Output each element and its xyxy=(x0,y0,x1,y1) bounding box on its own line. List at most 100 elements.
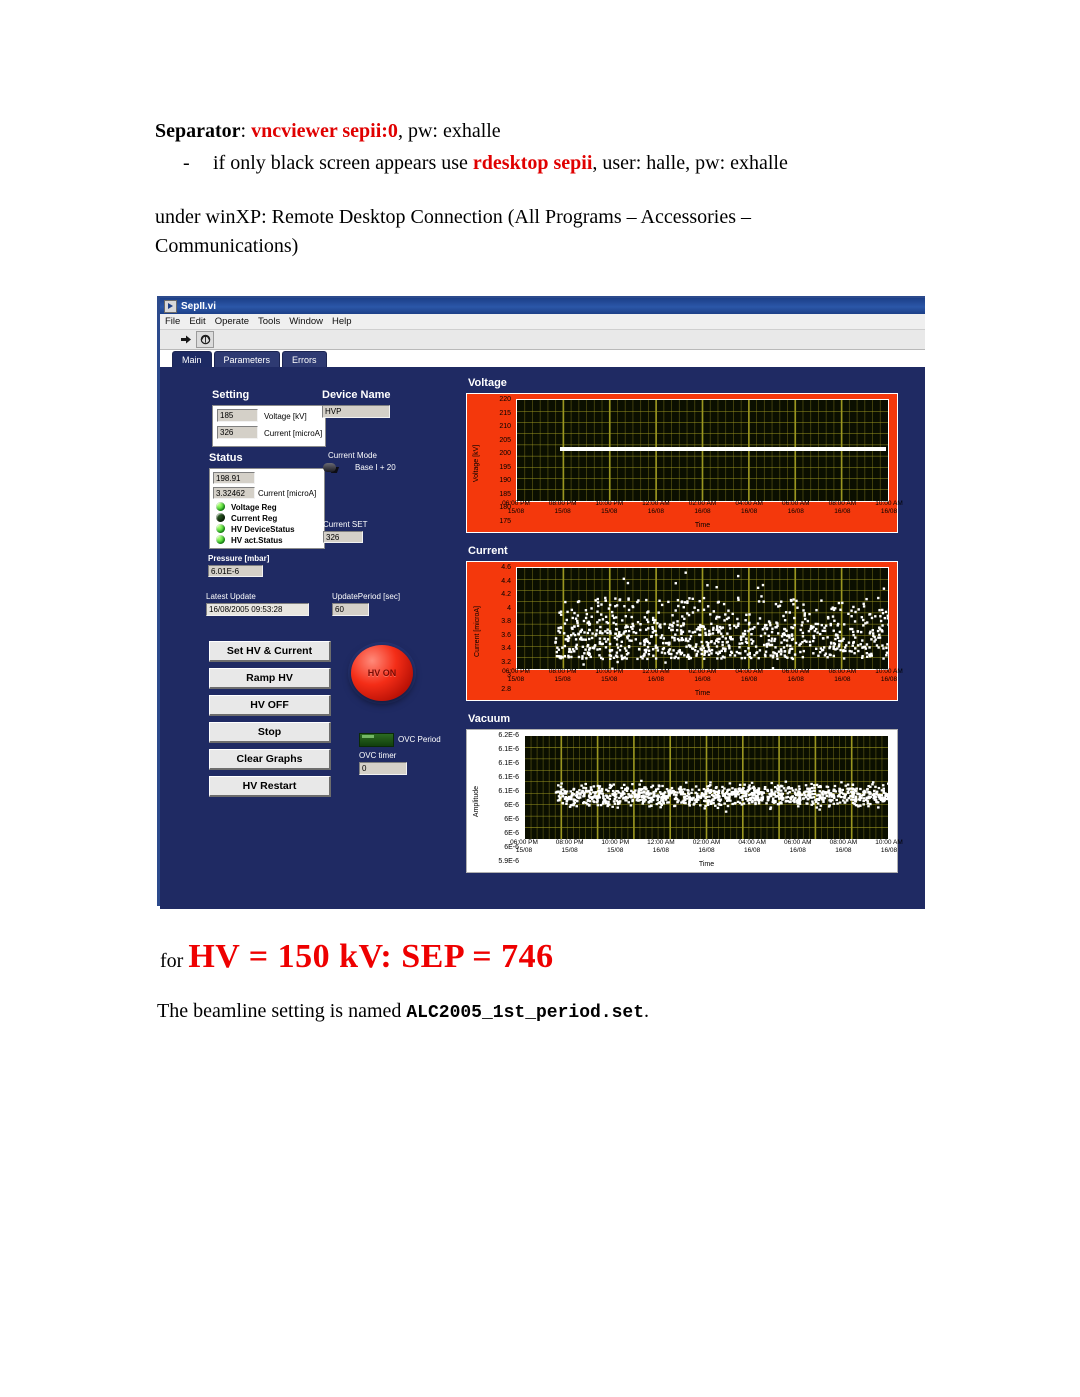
y-tick-label: 4 xyxy=(507,604,511,612)
current-plot-area xyxy=(516,567,889,670)
x-tick-label: 10:00 PM 15/08 xyxy=(595,668,624,683)
setting-current-field[interactable]: 326 xyxy=(217,426,258,439)
current-chart[interactable]: Current [microA] 4.6 4.4 4.2 4 3.8 3.6 3.4 3.2 3… xyxy=(466,561,903,701)
current-mode-toggle[interactable] xyxy=(323,462,344,473)
x-tick-label: 02:00 AM 16/08 xyxy=(692,839,721,854)
clear-graphs-button[interactable]: Clear Graphs xyxy=(209,749,331,770)
led-hv-devicestatus-icon xyxy=(216,524,225,533)
ramp-hv-button[interactable]: Ramp HV xyxy=(209,668,331,689)
voltage-chart[interactable]: Voltage [kV] 220 215 210 205 200 195 190 185 180… xyxy=(466,393,903,533)
tab-parameters[interactable]: Parameters xyxy=(213,351,281,367)
voltage-plot-area xyxy=(516,399,889,502)
set-hv-current-button[interactable]: Set HV & Current xyxy=(209,641,331,662)
hv-off-button[interactable]: HV OFF xyxy=(209,695,331,716)
tab-main[interactable]: Main xyxy=(172,351,212,367)
menu-item-window[interactable]: Window xyxy=(289,316,323,327)
bullet-dash: - xyxy=(183,152,190,174)
beamline-post: . xyxy=(644,1000,650,1022)
main-panel: Setting 185 Voltage [kV] 326 Current [mi… xyxy=(160,367,925,909)
labview-app-icon xyxy=(164,299,177,313)
ovc-period-indicator xyxy=(359,733,394,747)
y-tick-label: 6E-6 xyxy=(504,802,519,809)
ovc-period-label: OVC Period xyxy=(398,735,441,744)
hv-on-indicator[interactable]: HV ON xyxy=(351,645,413,701)
y-tick-label: 5.9E-6 xyxy=(498,858,519,865)
y-tick-label: 4.2 xyxy=(501,591,511,599)
x-tick-label: 08:00 AM 16/08 xyxy=(829,839,858,854)
run-arrow-icon[interactable] xyxy=(178,332,194,347)
menu-item-file[interactable]: File xyxy=(165,316,180,327)
y-tick-label: 185 xyxy=(499,490,511,498)
run-continuous-icon[interactable] xyxy=(196,331,214,348)
beamline-filename: ALC2005_1st_period.set xyxy=(406,1003,645,1023)
status-group-title: Status xyxy=(209,452,243,464)
menu-item-tools[interactable]: Tools xyxy=(258,316,280,327)
labview-window: SepII.vi File Edit Operate Tools Window … xyxy=(157,296,925,909)
rdesktop-line: - if only black screen appears use rdeskt… xyxy=(183,152,788,175)
window-title: SepII.vi xyxy=(181,300,217,312)
menu-item-operate[interactable]: Operate xyxy=(215,316,249,327)
vacuum-chart-title: Vacuum xyxy=(468,713,511,725)
vacuum-x-ticks: 06:00 PM 15/08 08:00 PM 15/08 10:00 PM 15/08 1… xyxy=(510,839,903,857)
hv-restart-button[interactable]: HV Restart xyxy=(209,776,331,797)
pressure-field: 6.01E-6 xyxy=(208,565,263,577)
current-set-field[interactable]: 326 xyxy=(323,531,363,543)
x-tick-label: 06:00 AM 16/08 xyxy=(782,500,810,515)
menu-item-edit[interactable]: Edit xyxy=(189,316,205,327)
y-tick-label: 6.1E-6 xyxy=(498,760,519,767)
menu-item-help[interactable]: Help xyxy=(332,316,352,327)
current-set-title: Current SET xyxy=(323,520,368,529)
y-tick-label: 3.4 xyxy=(501,645,511,653)
x-tick-label: 12:00 AM 16/08 xyxy=(647,839,675,854)
current-chart-title: Current xyxy=(468,545,508,557)
x-tick-label: 12:00 AM 16/08 xyxy=(642,500,670,515)
led-hv-actstatus-label: HV act.Status xyxy=(231,536,283,545)
vncviewer-command: vncviewer sepii:0 xyxy=(251,120,398,142)
x-tick-label: 10:00 AM 16/08 xyxy=(875,500,903,515)
x-tick-label: 08:00 PM 15/08 xyxy=(555,839,584,854)
y-tick-label: 175 xyxy=(499,517,511,525)
status-current-label: Current [microA] xyxy=(258,489,317,498)
x-tick-label: 10:00 PM 15/08 xyxy=(601,839,630,854)
y-tick-label: 6.1E-6 xyxy=(498,746,519,753)
vacuum-x-axis-label: Time xyxy=(698,861,715,868)
current-mode-title: Current Mode xyxy=(328,451,377,460)
device-name-title: Device Name xyxy=(322,389,391,401)
rdesktop-command: rdesktop sepii xyxy=(472,152,593,174)
vacuum-scatter-points xyxy=(554,779,888,813)
device-name-field[interactable]: HVP xyxy=(322,405,390,418)
x-tick-label: 04:00 AM 16/08 xyxy=(735,500,763,515)
y-tick-label: 6.1E-6 xyxy=(498,788,519,795)
rdesktop-credentials: , user: halle, pw: exhalle xyxy=(592,152,788,174)
voltage-x-ticks: 06:00 PM 15/08 08:00 PM 15/08 10:00 PM 15/08 1… xyxy=(502,500,903,518)
update-period-field[interactable]: 60 xyxy=(332,603,369,616)
separator-label: Separator xyxy=(155,120,241,142)
toggle-knob xyxy=(323,463,336,472)
led-hv-actstatus-icon xyxy=(216,535,225,544)
x-tick-label: 06:00 PM 15/08 xyxy=(502,668,530,683)
tab-errors[interactable]: Errors xyxy=(282,351,327,367)
x-tick-label: 12:00 AM 16/08 xyxy=(642,668,670,683)
led-current-reg-label: Current Reg xyxy=(231,514,278,523)
x-tick-label: 06:00 PM 15/08 xyxy=(510,839,538,854)
y-tick-label: 3.2 xyxy=(501,658,511,666)
y-tick-label: 3.6 xyxy=(501,631,511,639)
hv-headline-value: HV = 150 kV: SEP = 746 xyxy=(188,938,554,975)
status-current-value: 3.32462 xyxy=(213,487,255,499)
y-tick-label: 200 xyxy=(499,450,511,458)
y-tick-label: 220 xyxy=(499,396,511,403)
stop-button[interactable]: Stop xyxy=(209,722,331,743)
x-tick-label: 04:00 AM 16/08 xyxy=(735,668,763,683)
voltage-trace xyxy=(559,447,887,452)
x-tick-label: 02:00 AM 16/08 xyxy=(688,668,717,683)
menu-bar: File Edit Operate Tools Window Help xyxy=(160,314,925,330)
y-tick-label: 6E-6 xyxy=(504,830,519,837)
x-tick-label: 08:00 AM 16/08 xyxy=(828,500,857,515)
x-tick-label: 08:00 PM 15/08 xyxy=(548,668,577,683)
hv-headline: for HV = 150 kV: SEP = 746 xyxy=(160,938,554,976)
vacuum-chart[interactable]: Amplitude 6.2E-6 6.1E-6 6.1E-6 6.1E-6 6.1E-6… xyxy=(466,729,903,873)
setting-voltage-field[interactable]: 185 xyxy=(217,409,258,422)
x-tick-label: 10:00 PM 15/08 xyxy=(595,500,624,515)
update-period-title: UpdatePeriod [sec] xyxy=(332,592,401,601)
tool-bar xyxy=(160,330,925,350)
